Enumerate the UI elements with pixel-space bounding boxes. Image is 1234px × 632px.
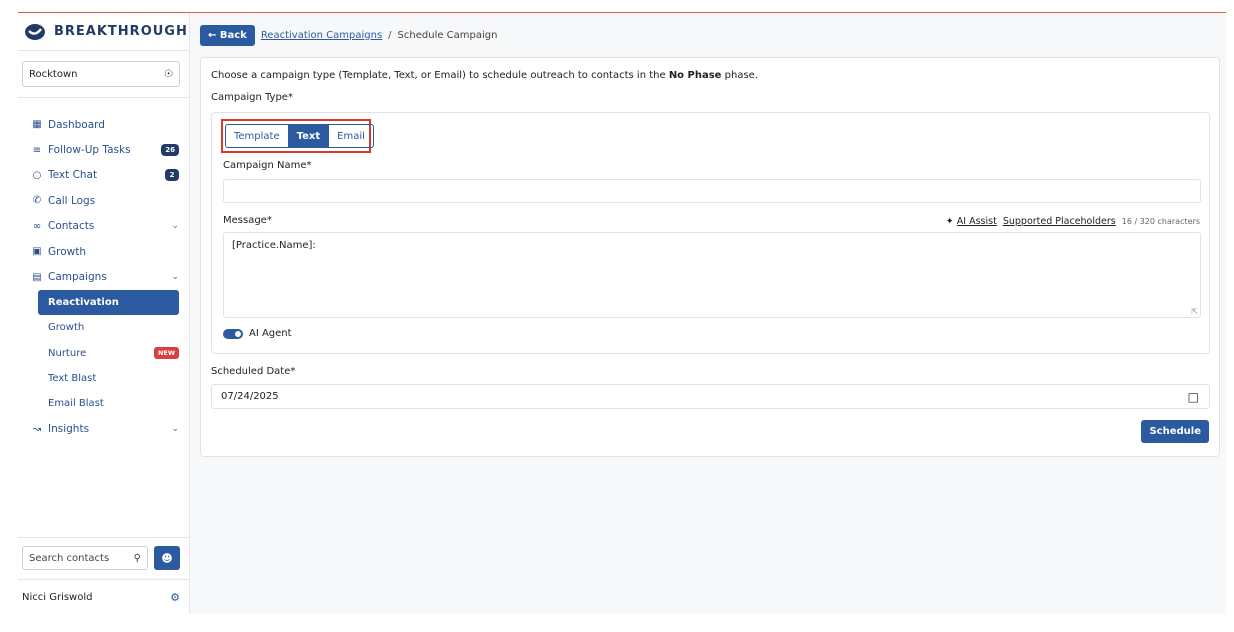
sidebar-item-campaigns[interactable]: ▤ Campaigns ⌄ (18, 264, 189, 289)
sidebar: BREAKTHROUGH Rocktown ☉ ▦ Dashboard ≡ Fo… (18, 13, 190, 614)
breadcrumb-separator: / (388, 29, 392, 41)
intro-text-post: phase. (721, 70, 759, 81)
new-badge: NEW (153, 347, 179, 360)
phone-icon: ✆ (32, 195, 42, 207)
ai-agent-row: AI Agent (223, 328, 292, 339)
resize-handle[interactable]: ⇱ (1191, 307, 1198, 316)
user-profile-row[interactable]: Nicci Griswold ⚙ (18, 579, 190, 614)
phase-name: No Phase (668, 70, 722, 81)
sidebar-item-label: Text Chat (48, 169, 98, 182)
main-content: ← Back Reactivation Campaigns / Schedule… (190, 13, 1226, 614)
breadcrumb: ← Back Reactivation Campaigns / Schedule… (190, 13, 1226, 57)
sidebar-item-label: Contacts (48, 220, 95, 233)
message-textarea[interactable]: [Practice.Name]: ⇱ (223, 232, 1201, 318)
sidebar-item-label: Reactivation (48, 296, 119, 308)
users-icon: ∞ (32, 220, 42, 232)
actions-row: Schedule (211, 420, 1209, 443)
scheduled-date-input[interactable]: 07/24/2025 □ (211, 384, 1210, 409)
sidebar-subitem-reactivation[interactable]: Reactivation (38, 289, 179, 316)
chat-icon: ○ (32, 169, 42, 181)
calendar-icon: ▤ (32, 271, 42, 283)
search-contacts-input[interactable]: Search contacts ⚲ (22, 546, 148, 570)
search-icon: ⚲ (133, 552, 141, 564)
brand-logo[interactable]: BREAKTHROUGH (18, 13, 189, 51)
sidebar-item-growth[interactable]: ▣ Growth (18, 239, 189, 264)
calendar-icon[interactable]: □ (1188, 390, 1199, 404)
brand-mark-icon (25, 23, 45, 40)
sidebar-item-follow-up-tasks[interactable]: ≡ Follow-Up Tasks 26 (18, 137, 189, 162)
add-user-icon: ☻ (161, 551, 173, 565)
sidebar-item-call-logs[interactable]: ✆ Call Logs (18, 188, 189, 213)
count-badge: 2 (165, 169, 179, 182)
sidebar-item-label: Text Blast (48, 373, 97, 385)
sidebar-item-text-chat[interactable]: ○ Text Chat 2 (18, 163, 189, 188)
breadcrumb-current: Schedule Campaign (397, 29, 498, 41)
sidebar-item-label: Call Logs (48, 194, 96, 207)
sidebar-item-contacts[interactable]: ∞ Contacts ⌄ (18, 214, 189, 239)
message-label: Message* (223, 215, 272, 226)
sidebar-item-label: Nurture (48, 347, 87, 359)
campaign-type-selector: Template Text Email (225, 124, 374, 148)
supported-placeholders-link[interactable]: Supported Placeholders (1003, 216, 1116, 227)
character-count: 16 / 320 characters (1121, 217, 1200, 226)
scheduled-date-label: Scheduled Date* (211, 366, 296, 377)
sidebar-item-label: Campaigns (48, 271, 107, 284)
chevron-down-icon: ⌄ (171, 221, 179, 232)
app-shell: BREAKTHROUGH Rocktown ☉ ▦ Dashboard ≡ Fo… (18, 13, 1226, 614)
map-pin-icon: ☉ (164, 68, 173, 80)
type-option-text[interactable]: Text (287, 125, 330, 147)
type-option-email[interactable]: Email (329, 125, 373, 147)
sidebar-item-insights[interactable]: ↝ Insights ⌄ (18, 417, 189, 442)
sidebar-subitem-email-blast[interactable]: Email Blast (18, 391, 189, 416)
campaign-type-label: Campaign Type* (211, 92, 293, 103)
sidebar-item-label: Dashboard (48, 118, 105, 131)
scheduled-date-value: 07/24/2025 (221, 391, 279, 402)
breadcrumb-link-reactivation-campaigns[interactable]: Reactivation Campaigns (261, 30, 382, 41)
ai-assist-link[interactable]: ✦ AI Assist (946, 216, 997, 227)
chart-line-icon: ↝ (32, 423, 42, 435)
location-select[interactable]: Rocktown ☉ (22, 61, 180, 87)
brand-name: BREAKTHROUGH (54, 24, 188, 39)
campaign-name-label: Campaign Name* (223, 160, 312, 171)
sidebar-item-dashboard[interactable]: ▦ Dashboard (18, 112, 189, 137)
dashboard-icon: ▦ (32, 119, 42, 131)
user-name: Nicci Griswold (22, 591, 93, 603)
ai-assist-label: AI Assist (956, 216, 997, 227)
sidebar-nav: ▦ Dashboard ≡ Follow-Up Tasks 26 ○ Text … (18, 98, 189, 442)
intro-text: Choose a campaign type (Template, Text, … (211, 70, 1209, 81)
growth-icon: ▣ (32, 246, 42, 258)
sidebar-item-label: Insights (48, 423, 90, 436)
count-badge: 26 (161, 144, 179, 157)
type-option-template[interactable]: Template (226, 125, 288, 147)
sidebar-subitem-text-blast[interactable]: Text Blast (18, 366, 189, 391)
sidebar-item-label: Growth (48, 245, 87, 258)
ai-agent-toggle[interactable] (223, 328, 243, 339)
back-button[interactable]: ← Back (200, 24, 255, 46)
intro-text-pre: Choose a campaign type (Template, Text, … (211, 70, 669, 81)
sidebar-item-label: Email Blast (48, 398, 104, 410)
location-value: Rocktown (29, 68, 78, 80)
location-selector-wrap: Rocktown ☉ (18, 51, 189, 98)
chevron-down-icon: ⌄ (171, 424, 179, 435)
message-value: [Practice.Name]: (232, 240, 316, 251)
contact-search-area: Search contacts ⚲ ☻ (18, 537, 190, 579)
campaign-form-box: Template Text Email Campaign Name* Messa… (211, 112, 1210, 354)
sidebar-item-label: Growth (48, 322, 85, 334)
list-icon: ≡ (32, 144, 42, 156)
campaign-name-input[interactable] (223, 179, 1201, 203)
message-tools: ✦ AI Assist Supported Placeholders 16 / … (946, 216, 1200, 227)
chevron-down-icon: ⌄ (171, 272, 179, 283)
sidebar-subitem-growth[interactable]: Growth (18, 315, 189, 340)
ai-agent-label: AI Agent (249, 328, 292, 339)
search-placeholder: Search contacts (29, 552, 110, 564)
schedule-campaign-card: Choose a campaign type (Template, Text, … (200, 57, 1220, 457)
schedule-button[interactable]: Schedule (1141, 420, 1209, 443)
add-contact-button[interactable]: ☻ (154, 546, 180, 570)
gear-icon[interactable]: ⚙ (170, 591, 180, 604)
magic-wand-icon: ✦ (945, 216, 954, 227)
sidebar-subitem-nurture[interactable]: Nurture NEW (18, 341, 189, 366)
sidebar-item-label: Follow-Up Tasks (48, 144, 131, 157)
